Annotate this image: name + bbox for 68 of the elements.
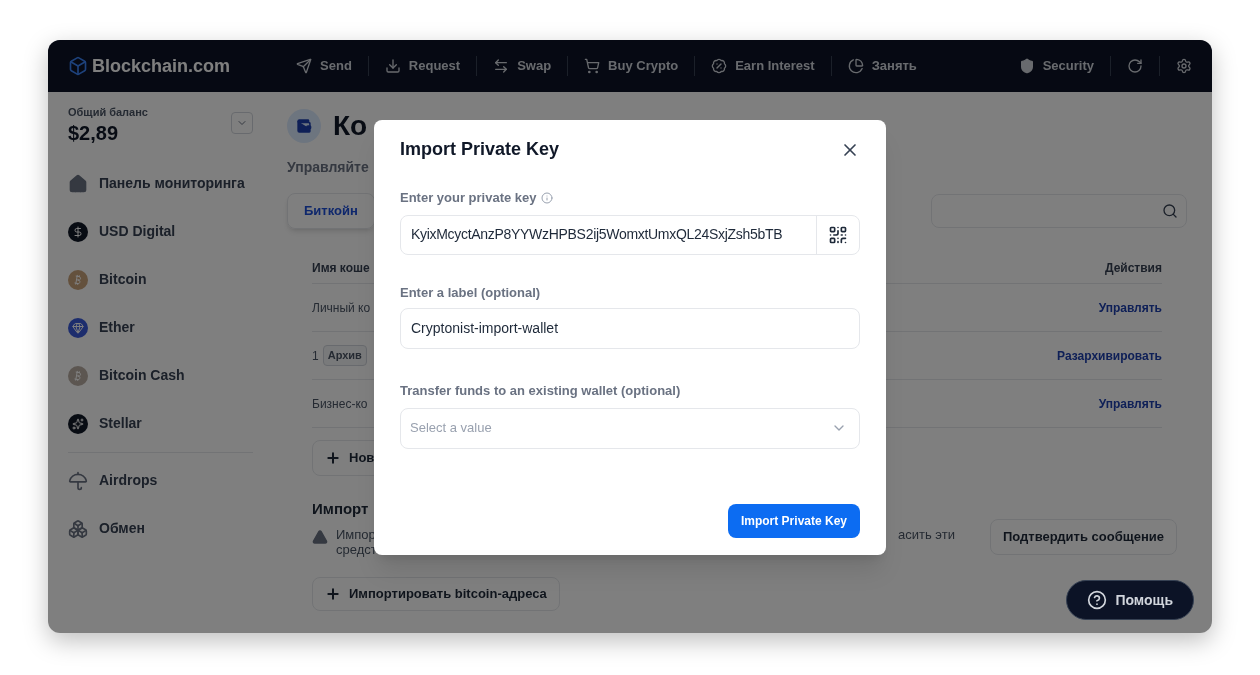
field-label: Enter your private key <box>400 189 537 207</box>
balance-amount: $2,89 <box>68 120 120 146</box>
sidebar-item[interactable]: Панель мониторинга <box>68 159 253 208</box>
search-icon <box>1162 203 1178 219</box>
cube-logo-icon <box>68 56 88 76</box>
plus-icon <box>325 585 341 602</box>
row-action-link[interactable]: Разархивировать <box>1057 346 1162 365</box>
qr-code-icon[interactable] <box>828 224 848 245</box>
wallet-name: Личный ко <box>312 299 371 317</box>
refresh-icon[interactable] <box>1127 58 1143 74</box>
page-subtitle: Управляйте <box>287 158 370 177</box>
settings-icon[interactable] <box>1176 58 1192 74</box>
row-index: 1 <box>312 347 319 365</box>
sidebar-item[interactable]: Bitcoin Cash <box>68 351 253 400</box>
nav-link[interactable]: Занять <box>839 56 925 76</box>
percent-badge-icon <box>711 58 728 74</box>
dollar-coin-icon <box>68 221 88 242</box>
section-heading: Импорт <box>312 499 369 519</box>
nav-link[interactable]: Send <box>288 56 360 76</box>
help-icon <box>1087 590 1108 610</box>
diamond-coin-icon <box>68 317 88 338</box>
confirm-message-button[interactable]: Подтвердить сообщение <box>989 518 1177 555</box>
nav-link[interactable]: Swap <box>485 56 560 76</box>
private-key-field[interactable]: KyixMcyctAnzP8YYWzHPBS2ij5WomxtUmxQL24SxjZsh5bTB <box>400 214 860 255</box>
column-header: Действия <box>1104 259 1162 277</box>
plus-icon <box>325 450 341 466</box>
paper-plane-icon <box>296 58 313 74</box>
field-label: Transfer funds to an existing wallet (optional) <box>400 382 682 400</box>
import-addresses-button[interactable]: Импортировать bitcoin-адреса <box>312 576 560 611</box>
sidebar-item[interactable]: Ether <box>68 303 253 352</box>
sidebar-item[interactable]: Bitcoin <box>68 255 253 304</box>
cart-icon <box>584 58 601 74</box>
row-action-link[interactable]: Управлять <box>1098 394 1162 413</box>
cubes-icon <box>68 518 88 539</box>
nav-link[interactable]: Buy Crypto <box>576 56 687 76</box>
shield-icon <box>1018 58 1035 74</box>
wallet-name: Бизнес-ко <box>312 395 368 413</box>
page-title: Ко <box>333 109 368 143</box>
sidebar-item[interactable]: Airdrops <box>68 456 253 505</box>
bitcoin-coin-icon <box>68 365 88 386</box>
warning-icon <box>312 528 328 545</box>
warning-text: Импор средст <box>336 526 378 557</box>
sidebar-item[interactable]: Stellar <box>68 399 253 448</box>
wallet-badge-icon <box>287 109 321 143</box>
search-field[interactable] <box>931 194 1187 228</box>
help-button[interactable]: Помощь <box>1066 580 1194 620</box>
swap-arrows-icon <box>493 58 510 74</box>
pie-chart-icon <box>847 58 864 74</box>
sidebar-item[interactable]: Обмен <box>68 504 253 553</box>
wallet-select[interactable]: Select a value <box>400 407 860 449</box>
nav-link[interactable]: Earn Interest <box>703 56 823 76</box>
row-action-link[interactable]: Управлять <box>1098 298 1162 317</box>
import-key-button[interactable]: Import Private Key <box>727 504 860 538</box>
bitcoin-coin-icon <box>68 269 88 290</box>
download-icon <box>384 58 401 74</box>
sidebar-item[interactable]: USD Digital <box>68 207 253 256</box>
field-label: Enter a label (optional) <box>400 283 542 302</box>
label-field[interactable]: Cryptonist-import-wallet <box>400 308 860 349</box>
dialog-title: Import Private Key <box>400 138 560 161</box>
security-link[interactable]: Security <box>1018 56 1094 76</box>
house-icon <box>68 173 88 194</box>
brand-logo: Blockchain.com <box>92 54 231 78</box>
warning-text-end: асить эти <box>898 526 955 545</box>
column-header: Имя коше <box>312 259 370 277</box>
nav-link[interactable]: Request <box>376 56 469 76</box>
archived-tag: Архив <box>322 345 367 366</box>
info-icon <box>540 191 553 204</box>
balance-label: Общий баланс <box>68 105 148 120</box>
